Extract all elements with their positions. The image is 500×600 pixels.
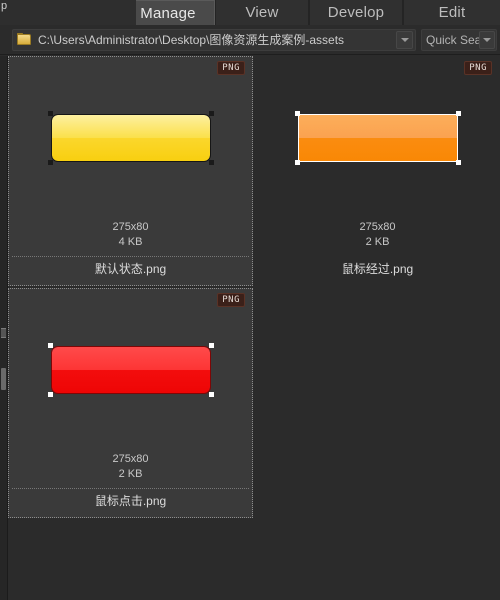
thumbnail-image [47, 343, 214, 397]
window-partial-label: p [0, 0, 136, 25]
path-bar: C:\Users\Administrator\Desktop\图像资源生成案例-… [0, 25, 500, 55]
file-cell-mouse-over[interactable]: PNG 275x80 2 KB 鼠标经过.png [255, 56, 500, 286]
tab-view[interactable]: View [215, 0, 309, 25]
file-size: 2 KB [365, 236, 390, 248]
selection-handle-top-right [455, 111, 461, 116]
image-dimensions: 275x80 [112, 221, 149, 233]
selection-handle-bottom-left [294, 160, 300, 165]
file-name[interactable]: 鼠标点击.png [8, 492, 253, 510]
selection-handle-top-right [208, 343, 214, 348]
quick-search-field[interactable]: Quick Sea [421, 28, 497, 51]
selection-handle-top-right [208, 111, 214, 116]
selection-handle-top-left [294, 111, 300, 116]
top-tab-bar: p Manage View Develop Edit [0, 0, 500, 26]
button-artwork-orange [297, 114, 458, 162]
tab-develop[interactable]: Develop [309, 0, 403, 25]
tab-view-label: View [245, 4, 279, 21]
filename-divider [12, 256, 249, 257]
tab-manage-label: Manage [140, 4, 196, 22]
folder-icon [17, 33, 32, 46]
path-dropdown-button[interactable] [396, 30, 413, 49]
selection-handle-top-left [47, 111, 53, 116]
selection-handle-bottom-right [208, 392, 214, 397]
left-rail [0, 56, 8, 600]
file-size: 2 KB [118, 468, 143, 480]
file-type-badge: PNG [217, 293, 245, 307]
tab-edit[interactable]: Edit [403, 0, 500, 25]
image-dimensions: 275x80 [112, 453, 149, 465]
selection-handle-bottom-left [47, 160, 53, 165]
selection-handle-bottom-left [47, 392, 53, 397]
file-name[interactable]: 默认状态.png [8, 260, 253, 278]
file-browser-window: p Manage View Develop Edit C:\Users\Admi… [0, 0, 500, 600]
file-type-badge: PNG [464, 61, 492, 75]
thumbnail-grid: PNG 275x80 4 KB 默认状态.png PNG 275x80 2 KB… [8, 56, 500, 600]
chevron-down-icon [483, 37, 491, 42]
selection-handle-bottom-right [208, 160, 214, 165]
file-type-badge: PNG [217, 61, 245, 75]
chevron-down-icon [400, 37, 409, 42]
quick-search-placeholder: Quick Sea [426, 32, 479, 47]
path-text: C:\Users\Administrator\Desktop\图像资源生成案例-… [38, 33, 345, 47]
thumbnail-image [47, 111, 214, 165]
file-cell-mouse-click[interactable]: PNG 275x80 2 KB 鼠标点击.png [8, 288, 253, 518]
quick-search-dropdown-button[interactable] [479, 30, 495, 49]
selection-handle-top-left [47, 343, 53, 348]
button-artwork-red [50, 346, 211, 394]
file-name[interactable]: 鼠标经过.png [255, 260, 500, 278]
thumbnail-image [294, 111, 461, 165]
rail-grip-icon[interactable] [1, 328, 6, 338]
button-artwork-yellow [50, 114, 211, 162]
file-cell-default-state[interactable]: PNG 275x80 4 KB 默认状态.png [8, 56, 253, 286]
selection-handle-bottom-right [455, 160, 461, 165]
path-input[interactable]: C:\Users\Administrator\Desktop\图像资源生成案例-… [12, 28, 416, 51]
tab-edit-label: Edit [438, 4, 466, 21]
rail-scroll-thumb[interactable] [1, 368, 6, 390]
file-size: 4 KB [118, 236, 143, 248]
filename-divider [12, 488, 249, 489]
tab-develop-label: Develop [327, 4, 385, 21]
image-dimensions: 275x80 [359, 221, 396, 233]
